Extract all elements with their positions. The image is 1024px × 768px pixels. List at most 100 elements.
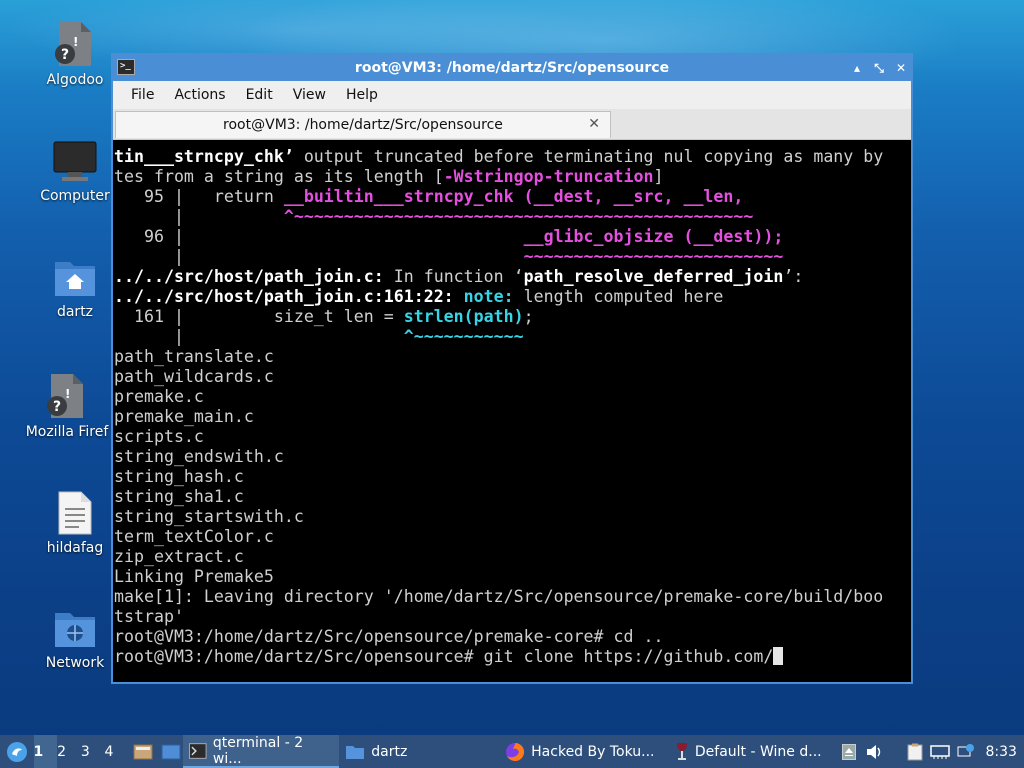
tab-close-icon[interactable]: ✕ (588, 116, 600, 132)
window-titlebar[interactable]: >_ root@VM3: /home/dartz/Src/opensource … (113, 55, 911, 81)
desktop-icon-mozilla-firefox[interactable]: ? ! Mozilla Firef (22, 372, 112, 440)
task-firefox[interactable]: Hacked By Toku... (499, 735, 669, 768)
terminal-line: path_wildcards.c (114, 367, 274, 386)
text-file-icon (58, 491, 92, 535)
terminal-line: string_hash.c (114, 467, 244, 486)
window-title: root@VM3: /home/dartz/Src/opensource (354, 60, 670, 76)
terminal-line: | ^~~~~~~~~~~~ (114, 327, 524, 346)
close-button[interactable]: ✕ (895, 61, 907, 75)
folder-icon (346, 745, 365, 759)
tray-eject[interactable] (837, 735, 863, 768)
workspace-3[interactable]: 3 (81, 735, 105, 768)
tray-volume[interactable] (862, 735, 888, 768)
network-folder-icon (55, 613, 95, 647)
tray-update[interactable] (953, 735, 979, 768)
terminal-line: | ^~~~~~~~~~~~~~~~~~~~~~~~~~~~~~~~~~~~~~… (114, 207, 754, 226)
task-wine[interactable]: Default - Wine d... (669, 735, 837, 768)
terminal-line: path_translate.c (114, 347, 274, 366)
desktop-icon-label: dartz (56, 304, 94, 320)
start-menu-button[interactable] (0, 735, 34, 768)
desktop-icon-computer[interactable]: Computer (30, 140, 120, 204)
unknown-file-icon: ? ! (47, 374, 83, 418)
tab-bar: root@VM3: /home/dartz/Src/opensource ✕ (113, 109, 911, 140)
terminal-line: 95 | return __builtin___strncpy_chk (__d… (114, 187, 744, 206)
terminal-icon (189, 742, 207, 759)
task-qterminal[interactable]: qterminal - 2 wi... (183, 734, 340, 768)
tab-label: root@VM3: /home/dartz/Src/opensource (223, 117, 503, 133)
desktop-icon-hildafag[interactable]: hildafag (30, 490, 120, 556)
maximize-button[interactable]: ⤡ (873, 61, 885, 76)
terminal-window: >_ root@VM3: /home/dartz/Src/opensource … (111, 53, 913, 684)
volume-icon (867, 744, 881, 759)
terminal-line: string_endswith.c (114, 447, 284, 466)
terminal-line: premake_main.c (114, 407, 254, 426)
terminal-line: make[1]: Leaving directory '/home/dartz/… (114, 587, 884, 606)
tray-clipboard[interactable] (902, 735, 928, 768)
task-dartz[interactable]: dartz (339, 735, 499, 768)
tray-network[interactable] (927, 735, 953, 768)
task-label: Hacked By Toku... (531, 743, 655, 760)
workspace-2[interactable]: 2 (57, 735, 81, 768)
network-icon (930, 744, 950, 759)
task-label: Default - Wine d... (694, 743, 822, 760)
terminal-line: Linking Premake5 (114, 567, 274, 586)
terminal-output[interactable]: tin___strncpy_chk’ output truncated befo… (113, 141, 911, 682)
terminal-prompt-line: root@VM3:/home/dartz/Src/opensource# git… (114, 647, 911, 667)
desktop-icon-label: hildafag (46, 540, 104, 556)
menu-file[interactable]: File (121, 87, 164, 103)
menu-edit[interactable]: Edit (236, 87, 283, 103)
wine-glass-icon (676, 742, 687, 760)
terminal-line: tin___strncpy_chk’ output truncated befo… (114, 147, 884, 166)
desktop-icon-algodoo[interactable]: ? ! Algodoo (30, 20, 120, 88)
window-switcher-button[interactable] (158, 735, 184, 768)
workspace-4[interactable]: 4 (104, 735, 128, 768)
desktop-icon-label: Mozilla Firef (25, 424, 109, 440)
workspace-1[interactable]: 1 (33, 735, 58, 768)
computer-icon (53, 141, 97, 181)
terminal-line: zip_extract.c (114, 547, 244, 566)
show-desktop-icon (133, 744, 153, 759)
taskbar: 1 2 3 4 qterminal - 2 wi... dartz Hacked… (0, 735, 1024, 768)
desktop-icon-network[interactable]: Network (30, 607, 120, 671)
lxqt-menu-icon (6, 741, 27, 762)
terminal-line: premake.c (114, 387, 204, 406)
menu-actions[interactable]: Actions (164, 87, 235, 103)
terminal-line: | ~~~~~~~~~~~~~~~~~~~~~~~~~~ (114, 247, 784, 266)
update-icon (957, 743, 974, 756)
terminal-line: string_sha1.c (114, 487, 244, 506)
menu-help[interactable]: Help (336, 87, 388, 103)
clock[interactable]: 8:33 (979, 735, 1024, 768)
terminal-line: 96 | __glibc_objsize (__dest)); (114, 227, 784, 246)
terminal-line: tstrap' (114, 607, 184, 626)
home-folder-icon (55, 262, 95, 296)
minimize-button[interactable]: ▴ (851, 61, 863, 75)
desktop-icon-dartz[interactable]: dartz (30, 256, 120, 320)
tray-spacer (888, 735, 902, 768)
windows-icon (161, 744, 181, 759)
terminal-line: string_startswith.c (114, 507, 304, 526)
terminal-line: scripts.c (114, 427, 204, 446)
terminal-line: tes from a string as its length [-Wstrin… (114, 167, 664, 186)
svg-text:?: ? (61, 47, 69, 63)
clipboard-icon (907, 743, 923, 760)
eject-icon (842, 743, 857, 760)
desktop-icon-label: Computer (40, 188, 110, 204)
task-label: dartz (371, 743, 408, 760)
svg-text:!: ! (73, 35, 78, 49)
menu-bar: File Actions Edit View Help (113, 81, 911, 109)
terminal-line: root@VM3:/home/dartz/Src/opensource/prem… (114, 627, 664, 646)
menu-view[interactable]: View (283, 87, 336, 103)
unknown-file-icon: ? ! (55, 22, 91, 66)
terminal-prompt: root@VM3:/home/dartz/Src/opensource# git… (114, 647, 774, 666)
svg-text:!: ! (65, 387, 70, 401)
terminal-app-icon[interactable]: >_ (117, 59, 135, 75)
svg-text:?: ? (53, 399, 61, 415)
terminal-tab[interactable]: root@VM3: /home/dartz/Src/opensource ✕ (115, 111, 611, 138)
firefox-icon (506, 742, 525, 761)
terminal-line: ../../src/host/path_join.c: In function … (114, 267, 804, 286)
terminal-line: 161 | size_t len = strlen(path); (114, 307, 534, 326)
desktop-icon-label: Algodoo (46, 72, 104, 88)
terminal-line: ../../src/host/path_join.c:161:22: note:… (114, 287, 724, 306)
task-label: qterminal - 2 wi... (212, 734, 304, 767)
show-desktop-button[interactable] (128, 735, 158, 768)
